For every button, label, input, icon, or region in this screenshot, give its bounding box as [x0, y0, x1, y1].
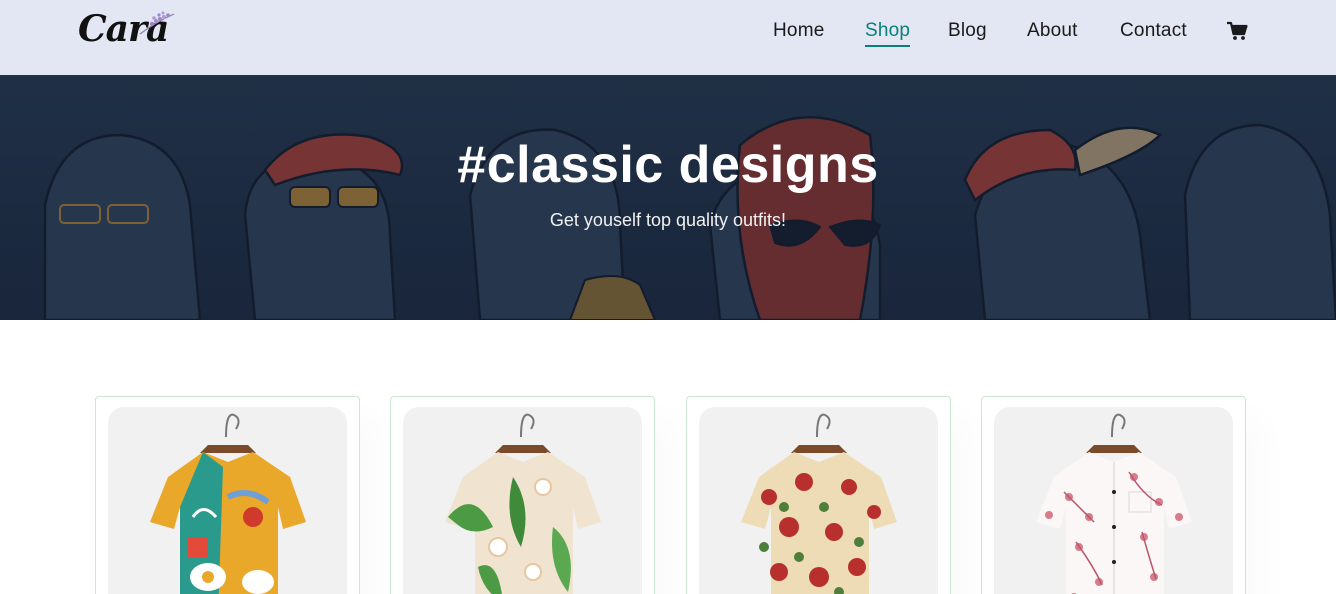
product-image[interactable]: [699, 407, 938, 594]
brand-logo[interactable]: Cara: [78, 8, 178, 50]
product-image[interactable]: [108, 407, 347, 594]
product-grid: [0, 320, 1336, 594]
nav-blog-link[interactable]: Blog: [948, 19, 987, 43]
nav-home-link[interactable]: Home: [773, 19, 824, 43]
hero-subtitle: Get youself top quality outfits!: [549, 210, 787, 230]
product-image[interactable]: [403, 407, 642, 594]
product-image[interactable]: [994, 407, 1233, 594]
hero-title: #classic designs: [457, 136, 879, 194]
product-card[interactable]: [686, 396, 951, 594]
nav-shop-link[interactable]: Shop: [865, 19, 911, 47]
product-card[interactable]: [390, 396, 655, 594]
product-card[interactable]: [95, 396, 360, 594]
nav-about-link[interactable]: About: [1027, 19, 1078, 43]
nav-contact-link[interactable]: Contact: [1120, 19, 1187, 43]
hero-banner: #classic designs Get youself top quality…: [0, 75, 1336, 320]
hero-background-illustration: [0, 75, 1336, 320]
shopping-cart-icon[interactable]: [1226, 21, 1248, 41]
product-card[interactable]: [981, 396, 1246, 594]
lavender-sprig-icon: [139, 11, 175, 35]
site-header: Cara Home Shop Blog About Contact: [0, 0, 1336, 75]
